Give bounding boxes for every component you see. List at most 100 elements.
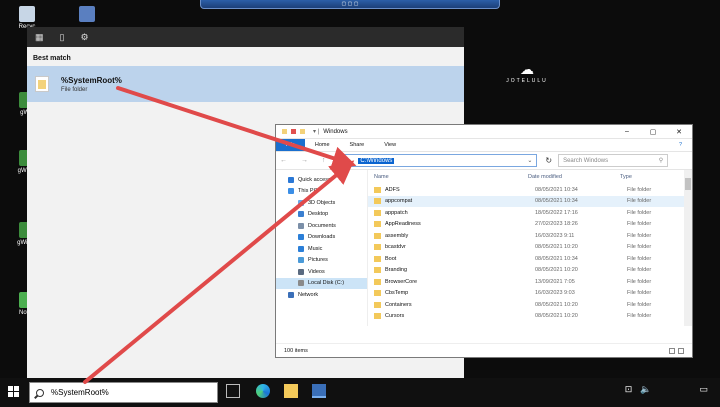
nav-item[interactable]: Pictures [276,255,367,267]
column-date[interactable]: Date modified [528,174,620,180]
table-row[interactable]: Containers 08/05/2021 10:20 File folder [368,299,692,311]
nav-item[interactable]: Downloads [276,232,367,244]
properties-icon[interactable] [291,129,296,134]
file-name: bcastdvr [385,244,406,251]
search-toolbar: ▦ ▯ ⚙ [27,27,464,47]
folder-icon [35,76,49,92]
file-name: apppatch [385,209,408,216]
table-row[interactable]: ADFS 08/05/2021 10:34 File folder [368,184,692,196]
file-explorer-icon[interactable] [284,384,298,398]
column-header: Name Date modified Type [368,170,692,184]
scroll-thumb[interactable] [685,178,691,190]
details-view-icon[interactable] [669,347,675,354]
file-name: CbsTemp [385,290,409,297]
tab-view[interactable]: View [374,142,406,148]
windows-start-icon[interactable] [8,386,20,398]
file-date: 08/05/2021 10:20 [535,301,578,308]
new-folder-icon[interactable] [300,129,305,134]
nav-item-icon [298,234,304,241]
nav-item[interactable]: Local Disk (C:) [276,277,367,289]
quick-access-dropdown-icon[interactable]: ▾ | [313,128,319,135]
column-type[interactable]: Type [620,174,632,180]
taskbar-search-value[interactable]: %SystemRoot% [51,388,109,397]
table-row[interactable]: Branding 08/05/2021 10:20 File folder [368,265,692,277]
nav-item[interactable]: Videos [276,266,367,278]
folder-icon [374,209,381,216]
task-view-icon[interactable] [226,384,240,398]
nav-item[interactable]: This PC [276,186,367,198]
table-row[interactable]: assembly 16/03/2023 9:11 File folder [368,230,692,242]
nav-item-label: Desktop [308,211,329,218]
refresh-icon[interactable]: ↻ [545,156,552,165]
explorer-titlebar[interactable]: ▾ | Windows – ▢ ✕ [276,125,692,139]
brand-name: JOTELULU [506,78,548,84]
nav-item[interactable]: Desktop [276,209,367,221]
nav-item[interactable]: Network [276,289,367,301]
file-type: File folder [627,209,652,216]
tab-share[interactable]: Share [340,142,375,148]
nav-item-label: Music [308,245,323,252]
nav-item[interactable]: Documents [276,220,367,232]
address-value[interactable]: C:\Windows [358,157,395,164]
table-row[interactable]: AppReadiness 27/02/2023 18:26 File folder [368,219,692,231]
address-row: ← → ↑ C:\Windows ⌄ ↻ Search Windows ⚲ [276,152,692,170]
vertical-scrollbar[interactable] [684,170,692,326]
file-type: File folder [627,186,652,193]
file-date: 08/05/2021 10:34 [535,255,578,262]
nav-item[interactable]: Quick access [276,174,367,186]
folder-icon [374,232,381,239]
server-manager-icon[interactable] [312,384,326,398]
column-name[interactable]: Name [368,174,528,180]
window-title: Windows [323,128,348,135]
file-date: 13/09/2021 7:05 [535,278,575,285]
table-row[interactable]: Cursors 08/05/2021 10:20 File folder [368,311,692,323]
file-date: 27/02/2023 18:26 [535,221,578,228]
nav-item-label: Downloads [308,234,336,241]
edge-browser-icon[interactable] [256,384,270,398]
table-row[interactable]: apppatch 18/05/2022 17:16 File folder [368,207,692,219]
maximize-icon[interactable]: ▢ [640,128,666,136]
folder-icon [374,198,381,205]
search-icon [36,388,44,397]
search-input[interactable]: Search Windows ⚲ [558,154,669,167]
documents-icon[interactable]: ▯ [60,32,65,43]
table-row[interactable]: BrowserCore 13/09/2021 7:05 File folder [368,276,692,288]
taskbar: %SystemRoot% ⊡ 🔈 ▭ [0,378,720,407]
back-forward-icon[interactable]: ← → ↑ [280,157,331,164]
help-icon[interactable]: ? [669,142,692,148]
remote-session-bar[interactable]: ▢ ▢ ▢ [200,0,500,9]
file-name: AppReadiness [385,221,421,228]
tab-file[interactable]: File [276,139,305,151]
table-row[interactable]: CbsTemp 16/03/2023 9:03 File folder [368,288,692,300]
all-results-icon[interactable]: ▦ [35,32,44,43]
address-bar[interactable]: C:\Windows ⌄ [337,154,538,167]
close-icon[interactable]: ✕ [666,128,692,136]
nav-item-icon [298,199,304,206]
folder-icon [374,313,381,320]
table-row[interactable]: appcompat 08/05/2021 10:34 File folder [368,195,692,207]
large-icons-view-icon[interactable] [678,347,684,354]
search-icon: ⚲ [658,158,664,164]
table-row[interactable]: Boot 08/05/2021 10:34 File folder [368,253,692,265]
taskbar-search-box[interactable]: %SystemRoot% [29,382,218,403]
nav-item-label: Videos [308,268,325,275]
table-row[interactable]: bcastdvr 08/05/2021 10:20 File folder [368,242,692,254]
chevron-down-icon[interactable]: ⌄ [527,157,532,164]
best-match-result[interactable]: %SystemRoot% File folder [27,66,464,102]
volume-icon[interactable]: 🔈 [640,384,651,395]
nav-item[interactable]: 3D Objects [276,197,367,209]
status-bar: 100 items [276,343,692,357]
nav-item[interactable]: Music [276,243,367,255]
network-icon[interactable]: ⊡ [625,384,633,395]
settings-icon[interactable]: ⚙ [80,32,88,43]
desktop-icon[interactable] [72,6,102,24]
item-count: 100 items [284,347,308,354]
nav-item-icon [298,280,304,287]
folder-icon [374,244,381,251]
tab-home[interactable]: Home [305,142,340,148]
brand-logo: ☁ JOTELULU [497,62,557,84]
result-subtitle: File folder [61,86,88,93]
minimize-icon[interactable]: – [614,128,640,136]
notifications-icon[interactable]: ▭ [699,384,708,395]
app-icon [19,6,35,22]
